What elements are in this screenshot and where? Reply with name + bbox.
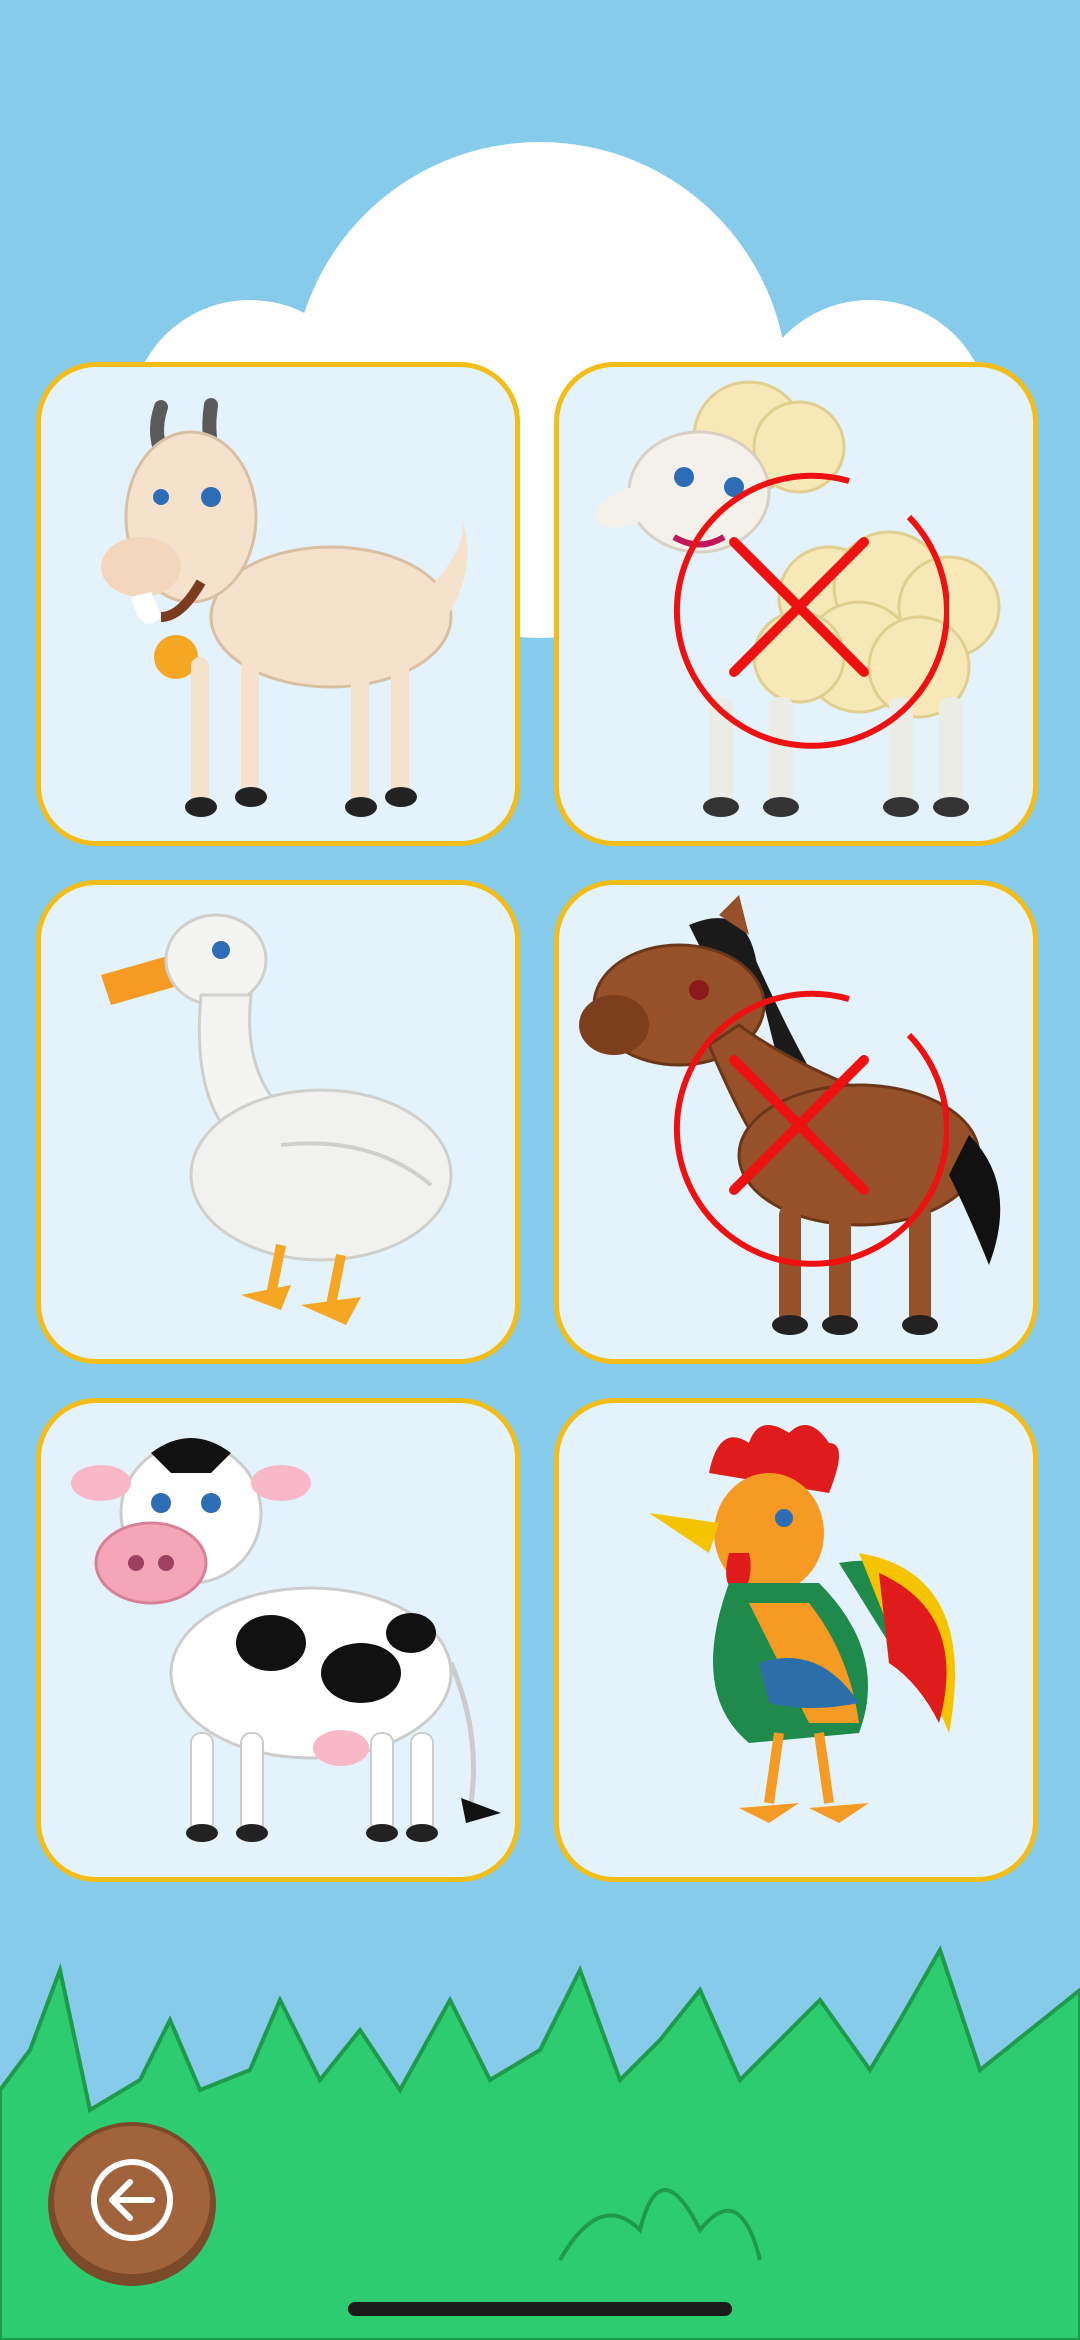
- goose-icon: [101, 913, 453, 1325]
- animal-card-goose[interactable]: [36, 880, 520, 1364]
- home-indicator: [348, 2302, 732, 2316]
- animal-card-sheep[interactable]: [554, 362, 1038, 846]
- back-arrow-icon: [48, 2122, 216, 2286]
- animal-grid: [36, 362, 1044, 1890]
- circle-x-icon: [673, 472, 949, 749]
- rooster-icon: [649, 1425, 955, 1823]
- animal-card-rooster[interactable]: [554, 1398, 1038, 1882]
- circle-x-icon: [673, 990, 949, 1267]
- cow-icon: [71, 1438, 501, 1842]
- back-button[interactable]: [46, 2118, 218, 2290]
- animal-card-horse[interactable]: [554, 880, 1038, 1364]
- animal-card-cow[interactable]: [36, 1398, 520, 1882]
- goat-icon: [101, 398, 468, 817]
- animal-card-goat[interactable]: [36, 362, 520, 846]
